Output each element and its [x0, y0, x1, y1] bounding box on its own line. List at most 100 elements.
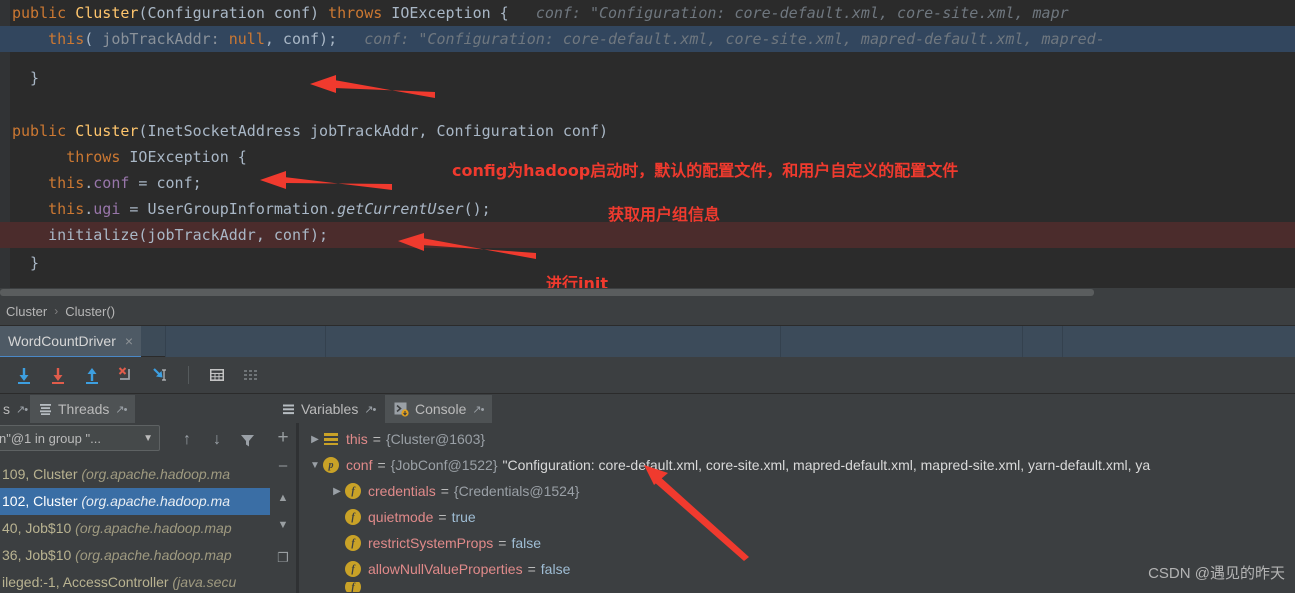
frame-row[interactable]: 109, Cluster (org.apache.hadoop.ma	[0, 461, 270, 488]
inline-hint-conf-1: conf: "Configuration: core-default.xml, …	[535, 4, 1069, 22]
frame-text: 102, Cluster	[2, 493, 82, 509]
pin-icon[interactable]: ↗•	[16, 403, 28, 416]
code-line-3[interactable]: }	[0, 65, 1295, 91]
variable-ref: {Cluster@1603}	[385, 431, 486, 447]
threads-icon	[40, 403, 51, 415]
code-line-5[interactable]: public Cluster(InetSocketAddress jobTrac…	[0, 118, 1295, 144]
add-watch-icon[interactable]: +	[273, 427, 293, 448]
frames-panel[interactable]: n"@1 in group "... ▼ ↑ ↓ 109, Cluster (o…	[0, 423, 270, 593]
frame-row[interactable]: ileged:-1, AccessController (java.secu	[0, 569, 270, 593]
stack-frame-icon	[323, 431, 339, 447]
scrollbar-thumb[interactable]	[0, 289, 1094, 296]
annotation-arrow-1	[310, 75, 435, 98]
frame-package: (org.apache.hadoop.ma	[81, 493, 231, 509]
step-out-icon[interactable]	[80, 363, 104, 387]
thread-selector[interactable]: n"@1 in group "... ▼	[0, 425, 160, 451]
tabstrip-filler-3	[780, 326, 1022, 358]
frame-package: (java.secu	[172, 574, 237, 590]
field-icon: f	[345, 561, 361, 577]
move-up-icon[interactable]: ▲	[273, 489, 293, 507]
equals-sign: =	[438, 509, 447, 525]
code-line-10[interactable]: }	[0, 250, 1295, 276]
variable-name: restrictSystemProps	[368, 535, 494, 551]
tab-label: WordCountDriver	[8, 333, 116, 349]
step-over-icon[interactable]	[12, 363, 36, 387]
pin-icon[interactable]: ↗•	[364, 403, 376, 416]
code-line-2[interactable]: this( jobTrackAddr: null, conf); conf: "…	[0, 26, 1295, 52]
force-step-out-icon[interactable]	[114, 363, 138, 387]
inline-hint-conf-2: conf: "Configuration: core-default.xml, …	[364, 30, 1105, 48]
editor-horizontal-scrollbar[interactable]	[0, 288, 1295, 297]
field-icon: f	[345, 483, 361, 499]
breadcrumb-item-class[interactable]: Cluster	[0, 304, 53, 319]
variable-row-quietmode[interactable]: f quietmode = true	[299, 504, 1295, 530]
chevron-right-icon[interactable]: ▶	[329, 486, 345, 497]
code-line-9[interactable]: initialize(jobTrackAddr, conf);	[0, 222, 1295, 248]
ide-window: public Cluster(Configuration conf) throw…	[0, 0, 1295, 593]
tab-variables-label: Variables	[301, 401, 359, 417]
debug-tab-strip: WordCountDriver ×	[0, 325, 1295, 358]
evaluate-expression-icon[interactable]	[205, 363, 229, 387]
filter-icon[interactable]	[238, 431, 256, 449]
run-to-cursor-icon[interactable]	[148, 363, 172, 387]
thread-selector-value: n"@1 in group "...	[0, 430, 101, 446]
variable-name: this	[346, 431, 368, 447]
frame-list[interactable]: 109, Cluster (org.apache.hadoop.ma 102, …	[0, 461, 270, 593]
variable-ref: {JobConf@1522}	[390, 457, 498, 473]
variable-row-this[interactable]: ▶ this = {Cluster@1603}	[299, 426, 1295, 452]
close-icon[interactable]: ×	[125, 333, 133, 349]
tab-wordcountdriver[interactable]: WordCountDriver ×	[0, 326, 142, 358]
code-editor[interactable]: public Cluster(Configuration conf) throw…	[0, 0, 1295, 290]
variable-row-credentials[interactable]: ▶ f credentials = {Credentials@1524}	[299, 478, 1295, 504]
tab-variables[interactable]: Variables ↗•	[273, 395, 384, 423]
frame-row[interactable]: 102, Cluster (org.apache.hadoop.ma	[0, 488, 270, 515]
watermark: CSDN @遇见的昨天	[1148, 565, 1285, 582]
frame-row[interactable]: 36, Job$10 (org.apache.hadoop.map	[0, 542, 270, 569]
frame-package: (org.apache.hadoop.map	[75, 520, 232, 536]
breadcrumb: Cluster › Cluster()	[0, 297, 1295, 325]
annotation-arrow-4	[644, 465, 749, 561]
variable-name: quietmode	[368, 509, 434, 525]
variable-row-restrictsystemprops[interactable]: f restrictSystemProps = false	[299, 530, 1295, 556]
field-icon: f	[345, 535, 361, 551]
chevron-down-icon[interactable]: ▼	[143, 433, 153, 444]
variable-row-allownullvalueproperties[interactable]: f allowNullValueProperties = false	[299, 556, 1295, 582]
tabstrip-filler-5	[1062, 326, 1295, 358]
debug-toolbar	[0, 357, 1295, 393]
annotation-arrow-3	[398, 233, 536, 259]
move-down-icon[interactable]: ▼	[273, 516, 293, 534]
chevron-right-icon[interactable]: ▶	[307, 434, 323, 445]
variable-value: "Configuration: core-default.xml, core-s…	[502, 457, 1151, 473]
annotation-init: 进行init	[546, 274, 609, 290]
equals-sign: =	[377, 457, 386, 473]
frame-text: 40, Job$10	[2, 520, 76, 536]
copy-icon[interactable]: ❐	[273, 549, 293, 567]
trace-settings-icon[interactable]	[239, 363, 263, 387]
pin-icon[interactable]: ↗•	[472, 403, 484, 416]
frame-down-icon[interactable]: ↓	[208, 431, 226, 449]
variable-row-partial[interactable]: f	[299, 582, 1295, 592]
tabstrip-filler-2	[325, 326, 780, 358]
pin-icon[interactable]: ↗•	[115, 403, 127, 416]
tabstrip-filler-4	[1022, 326, 1062, 358]
chevron-down-icon[interactable]: ▼	[307, 460, 323, 471]
console-icon	[394, 402, 409, 417]
variable-row-conf[interactable]: ▼ p conf = {JobConf@1522} "Configuration…	[299, 452, 1295, 478]
equals-sign: =	[440, 483, 449, 499]
tabstrip-filler-1	[165, 326, 325, 358]
frame-row[interactable]: 40, Job$10 (org.apache.hadoop.map	[0, 515, 270, 542]
tab-frames-label: s	[3, 401, 10, 417]
step-into-icon[interactable]	[46, 363, 70, 387]
frame-up-icon[interactable]: ↑	[178, 431, 196, 449]
remove-watch-icon[interactable]: –	[273, 456, 293, 474]
tab-threads[interactable]: Threads ↗•	[30, 395, 136, 423]
tab-console[interactable]: Console ↗•	[385, 395, 493, 423]
variable-name: credentials	[368, 483, 436, 499]
variables-panel[interactable]: ▶ this = {Cluster@1603} ▼ p conf = {JobC…	[299, 423, 1295, 593]
code-line-1[interactable]: public Cluster(Configuration conf) throw…	[0, 0, 1295, 26]
frame-text: 36, Job$10	[2, 547, 76, 563]
breadcrumb-item-method[interactable]: Cluster()	[59, 304, 121, 319]
equals-sign: =	[498, 535, 507, 551]
frame-package: (org.apache.hadoop.map	[75, 547, 232, 563]
field-icon: f	[345, 582, 361, 592]
